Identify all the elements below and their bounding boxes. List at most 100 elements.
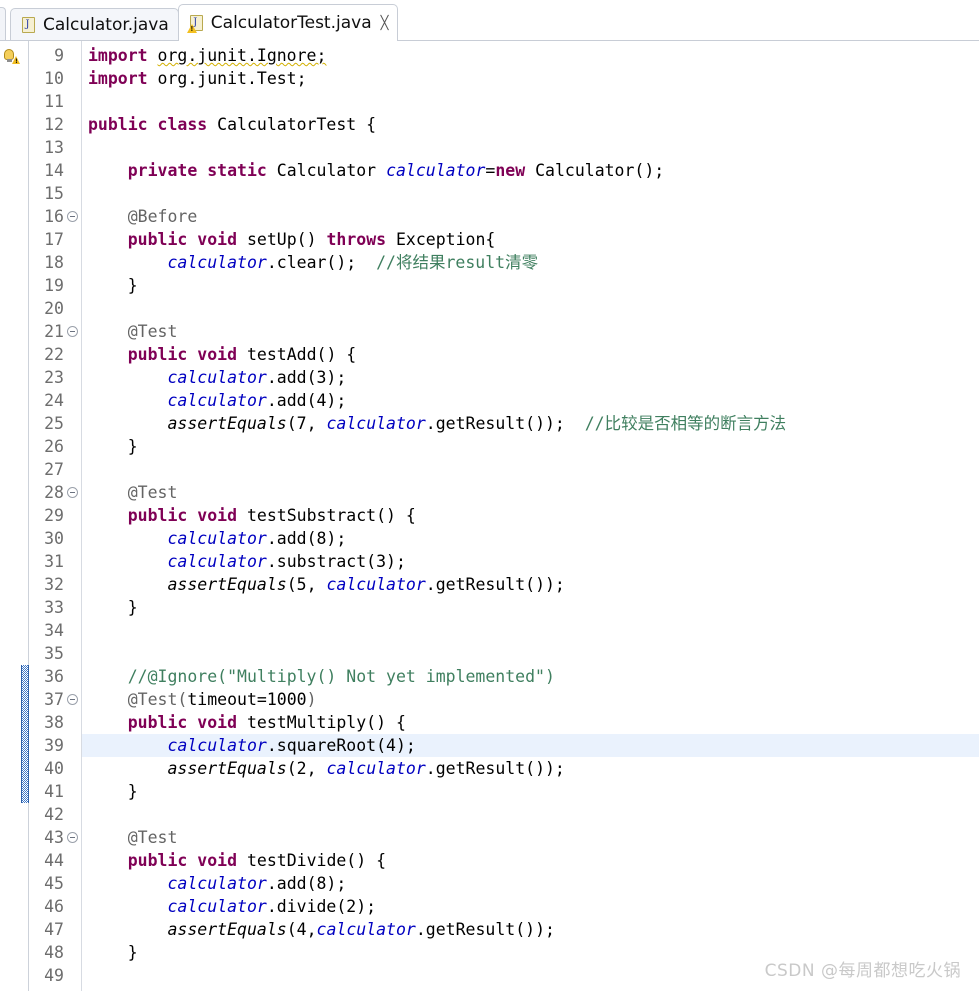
- code-line[interactable]: public void testAdd() {: [82, 343, 979, 366]
- code-line[interactable]: @Test(timeout=1000): [82, 688, 979, 711]
- code-line[interactable]: private static Calculator calculator=new…: [82, 159, 979, 182]
- code-line[interactable]: [82, 458, 979, 481]
- line-number: 34: [44, 621, 64, 640]
- source-editor[interactable]: 9 10 11 12 13 14 15 16 17 18 19 20 21 22 23 24 25 26 27 28 2…: [0, 41, 979, 991]
- code-line[interactable]: public void testSubstract() {: [82, 504, 979, 527]
- line-number: 42: [44, 805, 64, 824]
- code-line[interactable]: //@Ignore("Multiply() Not yet implemente…: [82, 665, 979, 688]
- code-token: }: [88, 782, 138, 801]
- code-token: void: [197, 345, 247, 364]
- code-line[interactable]: @Test: [82, 320, 979, 343]
- code-line[interactable]: assertEquals(5, calculator.getResult());: [82, 573, 979, 596]
- fold-collapse-icon[interactable]: [66, 688, 79, 711]
- code-token: calculator: [326, 575, 426, 594]
- line-number: 18: [44, 253, 64, 272]
- code-line[interactable]: public void testDivide() {: [82, 849, 979, 872]
- line-number: 29: [44, 506, 64, 525]
- code-line[interactable]: [82, 90, 979, 113]
- code-token: .add(8);: [266, 529, 347, 548]
- java-file-icon: J: [22, 16, 37, 34]
- code-token: .divide(2);: [266, 897, 377, 916]
- line-number: 31: [44, 552, 64, 571]
- code-line[interactable]: calculator.add(8);: [82, 527, 979, 550]
- fold-collapse-icon[interactable]: [66, 826, 79, 849]
- code-line[interactable]: assertEquals(7, calculator.getResult());…: [82, 412, 979, 435]
- line-number: 44: [44, 851, 64, 870]
- code-token: (4,: [286, 920, 317, 939]
- code-token: import: [88, 46, 158, 65]
- code-line[interactable]: import org.junit.Ignore;: [82, 44, 979, 67]
- code-line[interactable]: @Before: [82, 205, 979, 228]
- code-token: assertEquals: [167, 575, 287, 594]
- code-token: assertEquals: [167, 759, 287, 778]
- code-token: //比较是否相等的断言方法: [584, 414, 787, 433]
- code-line[interactable]: calculator.substract(3);: [82, 550, 979, 573]
- code-token: .add(3);: [266, 368, 347, 387]
- close-icon[interactable]: ╳: [381, 17, 389, 30]
- code-line[interactable]: [82, 297, 979, 320]
- code-token: .clear();: [266, 253, 377, 272]
- code-line[interactable]: calculator.squareRoot(4);: [82, 734, 979, 757]
- code-line[interactable]: }: [82, 780, 979, 803]
- code-line[interactable]: [82, 619, 979, 642]
- line-number: 47: [44, 920, 64, 939]
- code-line[interactable]: [82, 803, 979, 826]
- code-line[interactable]: [82, 182, 979, 205]
- code-token: void: [197, 506, 247, 525]
- fold-collapse-icon[interactable]: [66, 205, 79, 228]
- quickfix-warning-bulb-icon[interactable]: [3, 48, 20, 64]
- code-line[interactable]: public void testMultiply() {: [82, 711, 979, 734]
- code-line[interactable]: assertEquals(2, calculator.getResult());: [82, 757, 979, 780]
- code-area[interactable]: import org.junit.Ignore; import org.junit…: [82, 41, 979, 991]
- line-number: 27: [44, 460, 64, 479]
- code-token: testDivide() {: [246, 851, 387, 870]
- code-line[interactable]: calculator.divide(2);: [82, 895, 979, 918]
- code-token: (7,: [286, 414, 327, 433]
- code-line[interactable]: calculator.add(8);: [82, 872, 979, 895]
- annotation-ruler[interactable]: [0, 41, 21, 991]
- code-line[interactable]: public void setUp() throws Exception{: [82, 228, 979, 251]
- line-number: 35: [44, 644, 64, 663]
- fold-collapse-icon[interactable]: [66, 320, 79, 343]
- code-token: calculator: [167, 391, 267, 410]
- code-token: .substract(3);: [266, 552, 406, 571]
- code-line[interactable]: [82, 642, 979, 665]
- code-line[interactable]: import org.junit.Test;: [82, 67, 979, 90]
- line-number: 15: [44, 184, 64, 203]
- code-token: calculator: [167, 552, 267, 571]
- line-number: 25: [44, 414, 64, 433]
- code-token: calculator: [326, 414, 426, 433]
- code-token: (5,: [286, 575, 327, 594]
- code-line[interactable]: public class CalculatorTest {: [82, 113, 979, 136]
- code-line[interactable]: [82, 136, 979, 159]
- code-line[interactable]: }: [82, 596, 979, 619]
- code-line[interactable]: calculator.add(3);: [82, 366, 979, 389]
- code-line[interactable]: calculator.add(4);: [82, 389, 979, 412]
- editor-tab-1[interactable]: J Calculator.java: [10, 8, 179, 41]
- code-line[interactable]: }: [82, 435, 979, 458]
- code-line[interactable]: }: [82, 274, 979, 297]
- partial-tab-stub[interactable]: [0, 7, 6, 41]
- line-number: 9: [54, 46, 64, 65]
- line-number-gutter[interactable]: 9 10 11 12 13 14 15 16 17 18 19 20 21 22 23 24 25 26 27 28 2…: [29, 41, 82, 991]
- code-token: calculator: [167, 897, 267, 916]
- code-line[interactable]: @Test: [82, 481, 979, 504]
- code-line[interactable]: assertEquals(4,calculator.getResult());: [82, 918, 979, 941]
- code-token: calculator: [167, 368, 267, 387]
- code-token: Calculator: [276, 161, 387, 180]
- editor-tab-2[interactable]: J CalculatorTest.java ╳: [177, 4, 399, 41]
- code-token: public: [127, 851, 198, 870]
- code-line[interactable]: calculator.clear(); //将结果result清零: [82, 251, 979, 274]
- code-line[interactable]: @Test: [82, 826, 979, 849]
- code-token: Calculator();: [525, 161, 665, 180]
- csdn-watermark: CSDN @每周都想吃火锅: [764, 961, 961, 981]
- fold-collapse-icon[interactable]: [66, 481, 79, 504]
- code-token: (2,: [286, 759, 327, 778]
- line-number: 40: [44, 759, 64, 778]
- code-token: .getResult());: [425, 759, 565, 778]
